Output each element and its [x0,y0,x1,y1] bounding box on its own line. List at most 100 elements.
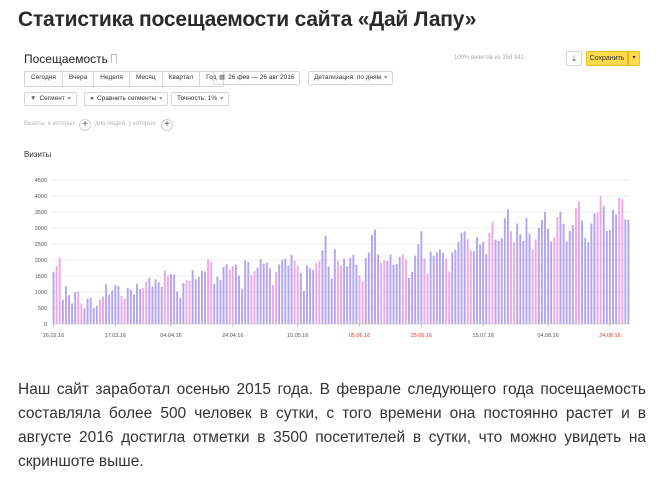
y-tick-label: 4000 [35,194,47,200]
chart-bar [602,206,605,324]
metrika-screenshot: Посещаемость 100% визитов из 358 841 ⤓ С… [18,42,644,354]
chart-bar [565,241,568,324]
bookmark-icon[interactable] [111,54,117,63]
save-dropdown-button[interactable]: ▾ [628,51,640,66]
chart-bar [599,196,602,324]
chart-bar [506,209,509,324]
people-icon: ● [90,95,94,102]
period-month-button[interactable]: Месяц [130,72,163,86]
x-tick-label: 04.08.16 [537,333,558,339]
y-tick-label: 1000 [35,290,47,296]
chart-bar [160,286,163,324]
chart-bar [126,287,129,324]
chart-bar [531,249,534,324]
period-week-button[interactable]: Неделя [94,72,130,86]
chart-bar [386,260,389,324]
filter-icon: ▼ [30,95,37,102]
accuracy-label: Точность: 1% [177,95,218,102]
chart-bar [253,271,256,324]
y-tick-label: 3000 [35,226,47,232]
export-button[interactable]: ⤓ [566,51,582,66]
add-visits-filter-button[interactable]: + [79,119,91,131]
chart-bar [83,308,86,324]
detail-label: Детализация: по дням [314,74,382,81]
chart-bar [136,283,138,324]
chart-bar [358,275,361,324]
date-range-picker[interactable]: ▦ 26 фев — 26 авг 2016 [213,71,301,85]
chart-bar [559,212,562,324]
chart-bar [349,257,352,324]
y-tick-label: 500 [38,306,47,312]
x-tick-label: 17.03.16 [105,333,126,339]
chart-bar [333,249,336,324]
chart-bar [466,239,469,324]
chart-bar [380,262,383,324]
y-tick-label: 0 [44,322,47,328]
chart-bar [429,251,432,324]
chart-bar [86,298,89,324]
chart-bar [111,290,114,324]
date-range-label: 26 фев — 26 авг 2016 [228,74,295,81]
article-title: Статистика посещаемости сайта «Дай Лапу» [18,8,477,31]
chart-bar [553,237,556,324]
chart-bar [114,284,117,324]
chart-bar [568,230,571,324]
chart-bar [77,291,80,324]
chart-bar [423,258,426,324]
chart-bar [157,282,160,324]
chart-bar [537,228,540,324]
x-tick-label: 26.02.16 [43,333,64,339]
metric-label: Визиты [24,150,52,159]
chart-bar [562,223,565,324]
y-tick-label: 1500 [35,274,47,280]
chart-bar [321,250,324,324]
chart-bar [98,299,101,324]
chart-bar [281,259,284,324]
add-users-filter-button[interactable]: + [161,119,173,131]
chart-bar [238,275,240,324]
chart-bar [525,218,528,324]
compare-segments-button[interactable]: ● Сравнить сегменты ▾ [84,92,169,106]
chevron-down-icon: ▾ [67,96,71,102]
chart-bar [68,295,70,324]
chart-bar [522,240,525,324]
chart-bar [225,264,228,324]
chart-bar [528,233,531,324]
chart-bar [290,254,293,324]
x-tick-label: 15.07.16 [472,333,493,339]
chart-bar [460,232,463,324]
chart-bar [222,267,225,324]
chevron-down-icon: ▾ [384,75,388,81]
chart-bar [383,260,386,324]
chart-bar [500,238,503,324]
accuracy-select[interactable]: Точность: 1% ▾ [171,92,230,106]
chart-bar [191,270,194,324]
chart-bar [151,286,154,324]
save-button[interactable]: Сохранить [586,51,628,66]
x-tick-label: 24.04.16 [222,333,243,339]
chart-bar [488,233,491,324]
x-tick-label: 25.06.16 [411,333,432,339]
chart-bar [142,288,145,324]
chart-bar [503,218,506,324]
segment-button[interactable]: ▼ Сегмент ▾ [24,92,77,106]
chart-bar [574,208,577,324]
chart-bar [275,272,278,324]
chart-bar [491,222,494,324]
chart-bar [108,294,111,324]
chart-bar [207,259,210,324]
chart-bar [117,285,120,324]
chart-bar [312,269,315,324]
chart-bar [590,223,593,324]
chart-bar [194,279,197,324]
period-today-button[interactable]: Сегодня [25,72,63,86]
chart-bar [120,295,123,324]
period-quarter-button[interactable]: Квартал [163,72,201,86]
period-yesterday-button[interactable]: Вчера [63,72,95,86]
chart-bar [352,254,355,324]
detail-select[interactable]: Детализация: по дням ▾ [308,71,394,85]
chart-bar [52,272,55,324]
download-icon: ⤓ [572,54,576,63]
chart-bar [154,279,157,324]
chart-bar [516,223,519,324]
